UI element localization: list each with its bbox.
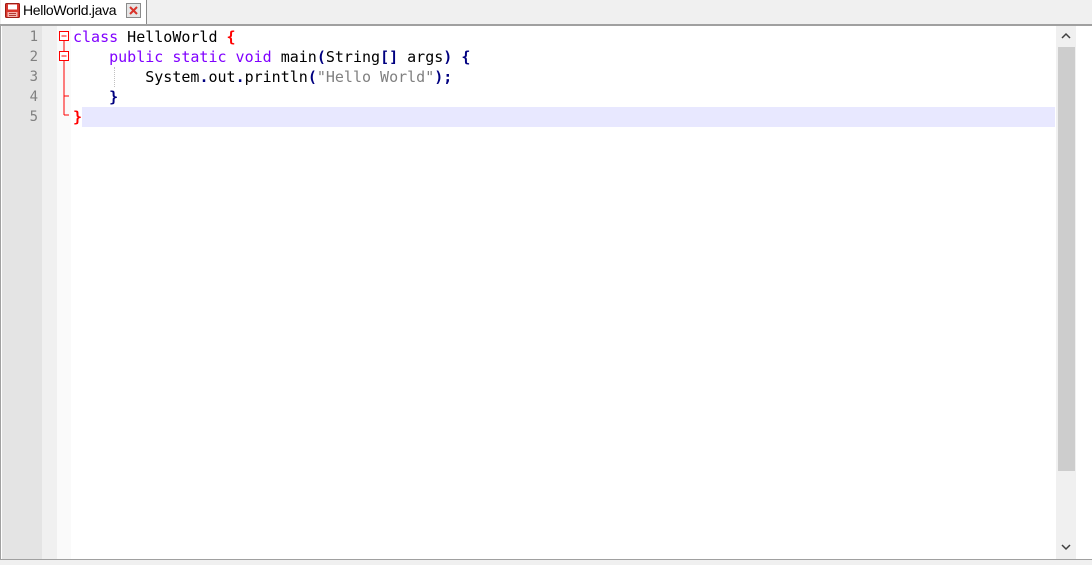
code-token: . <box>235 68 245 86</box>
code-token: main <box>271 48 317 66</box>
code-token: ( <box>316 48 326 66</box>
chevron-up-icon[interactable] <box>1059 29 1073 43</box>
current-line-highlight <box>82 107 1055 127</box>
code-editor[interactable]: 1 2 3 4 5 class HelloWorld { public stat… <box>0 25 1092 561</box>
code-token: public static void <box>109 48 272 66</box>
code-token: } <box>73 108 83 126</box>
code-token: ) <box>443 48 453 66</box>
tab-helloworld-java[interactable]: HelloWorld.java <box>1 0 147 24</box>
code-token: ( <box>307 68 317 86</box>
save-icon <box>5 3 20 18</box>
code-line[interactable]: class HelloWorld { <box>73 27 236 47</box>
scrollbar-thumb[interactable] <box>1058 47 1075 471</box>
line-number: 4 <box>29 89 38 105</box>
code-token: out <box>208 68 236 86</box>
code-token: "Hello World" <box>316 68 435 86</box>
close-icon[interactable] <box>126 3 141 18</box>
code-line[interactable]: } <box>73 107 82 127</box>
code-token: String <box>325 48 381 66</box>
code-token: HelloWorld <box>118 28 227 46</box>
code-token: println <box>244 68 308 86</box>
code-token: class <box>73 28 119 46</box>
line-number: 2 <box>29 49 38 65</box>
code-token: { <box>452 48 471 66</box>
status-area <box>0 559 1092 565</box>
code-token: [] <box>380 48 399 66</box>
code-token: args <box>398 48 444 66</box>
fold-markers <box>59 31 69 116</box>
line-number: 5 <box>29 109 38 125</box>
tab-label: HelloWorld.java <box>23 2 117 18</box>
tab-bar: HelloWorld.java <box>0 0 1092 25</box>
line-number: 3 <box>29 69 38 85</box>
code-token: ); <box>434 68 453 86</box>
code-line[interactable]: System.out.println("Hello World"); <box>73 67 452 87</box>
code-token: } <box>109 88 119 106</box>
chevron-down-icon[interactable] <box>1059 540 1073 554</box>
code-line[interactable]: public static void main(String[] args) { <box>73 47 470 67</box>
margin-separator <box>42 26 57 560</box>
code-line[interactable]: } <box>73 87 118 107</box>
code-token: { <box>226 28 236 46</box>
editor-right-edge <box>1076 26 1092 560</box>
line-number: 1 <box>29 29 38 45</box>
code-token: System <box>145 68 200 86</box>
